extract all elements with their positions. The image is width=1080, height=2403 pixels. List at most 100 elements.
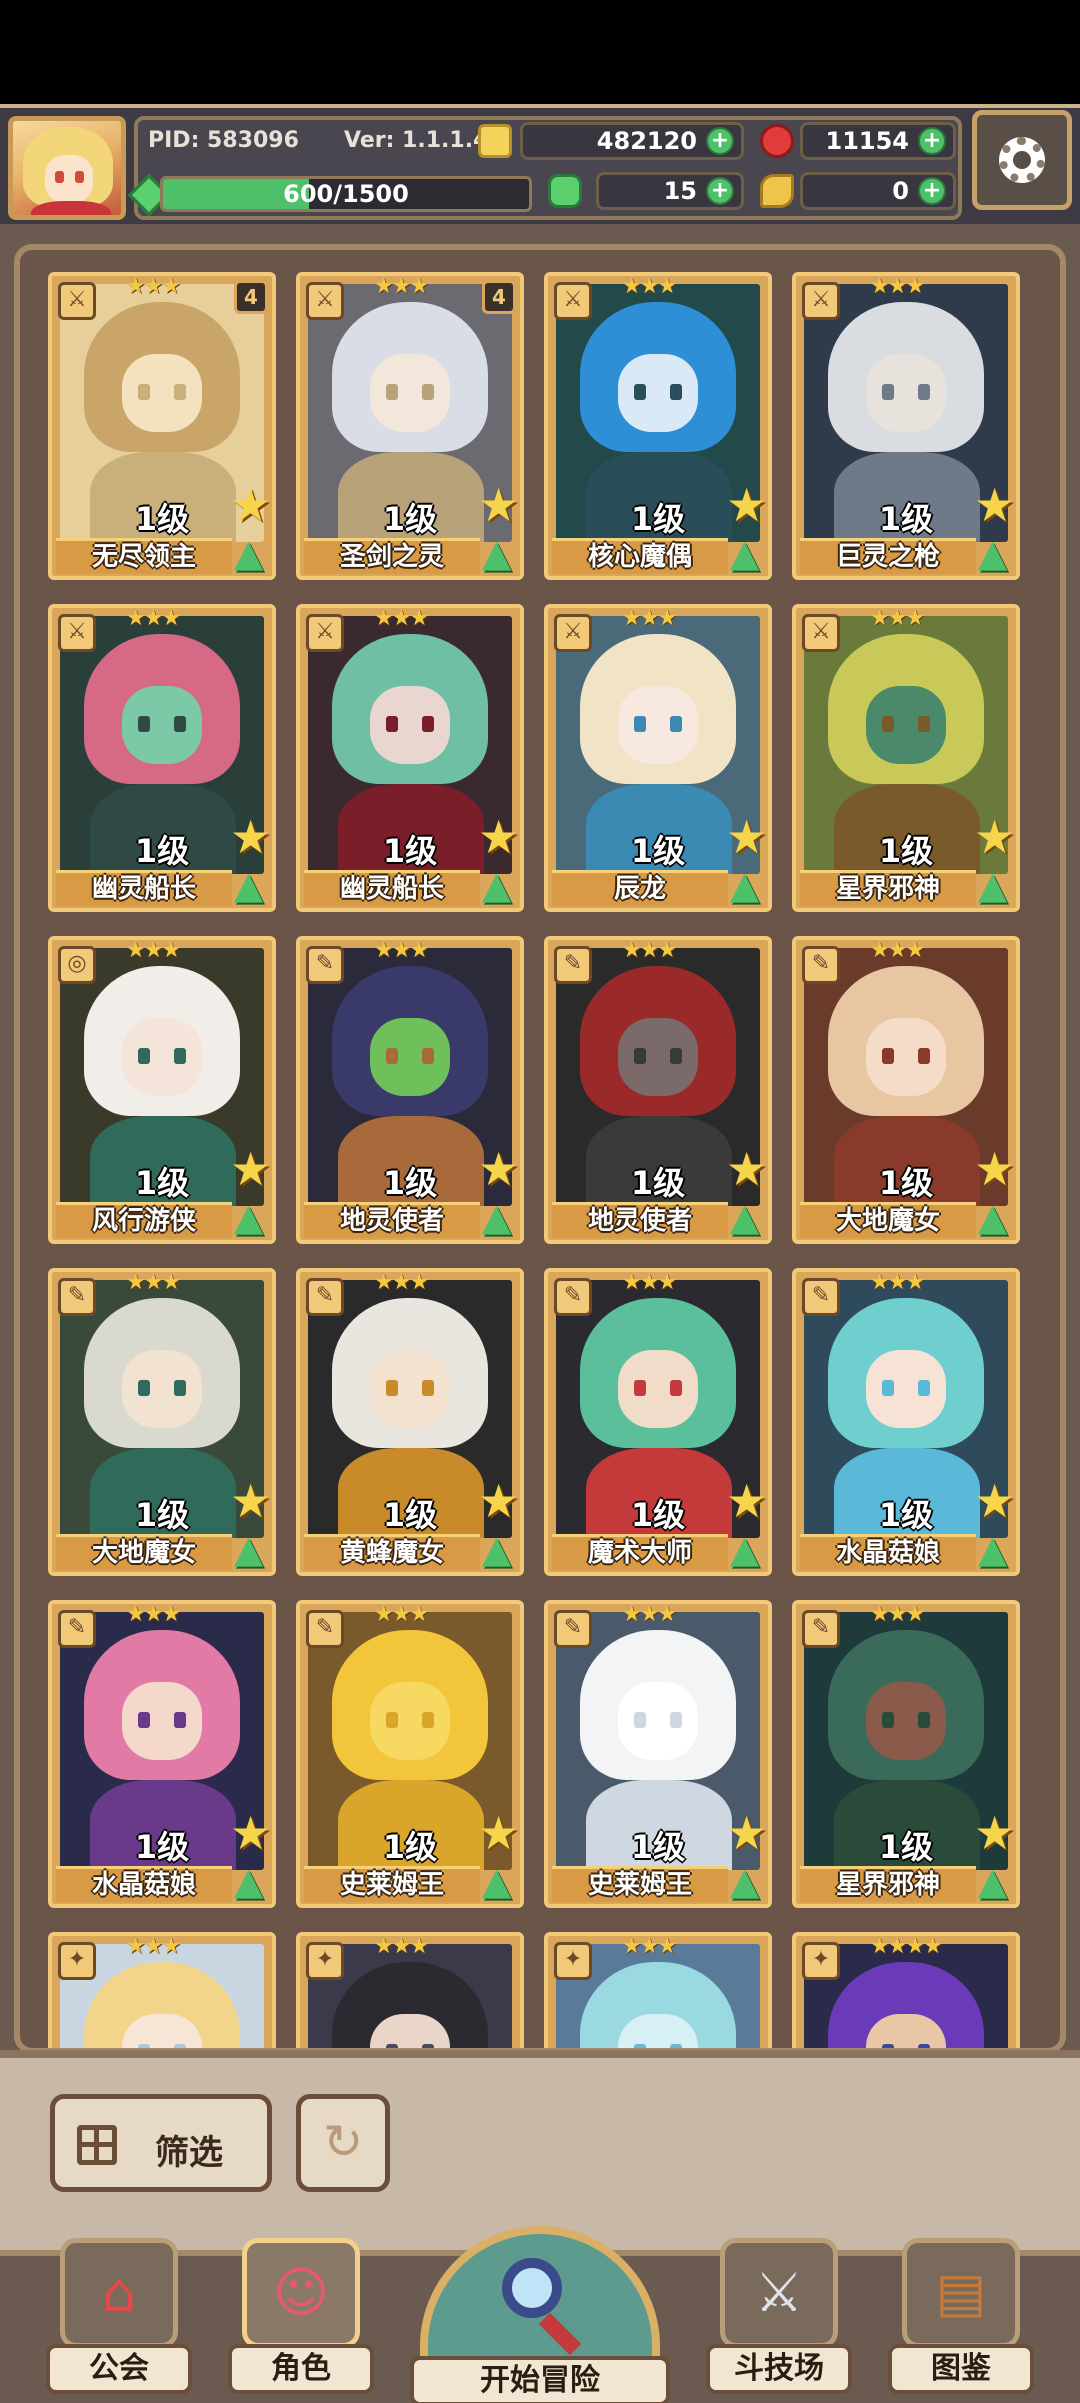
nav-characters[interactable]: ☺ 角色 [228,2238,374,2403]
portrait-eye [174,384,186,400]
star-upgrade-icon[interactable]: ★ [974,814,1020,860]
character-name: 圣剑之灵 [304,538,480,574]
player-avatar[interactable] [8,116,126,220]
level-up-arrow-icon[interactable]: ▲ [978,532,1020,574]
portrait-eye [386,384,398,400]
star-upgrade-icon[interactable]: ★ [230,814,276,860]
star-upgrade-icon[interactable]: ★ [974,1478,1020,1524]
add-gold-button[interactable]: + [706,127,734,155]
portrait-eye [138,1048,150,1064]
character-card[interactable]: ✎ ★★★ 1级 ★ ▲ 水晶菇娘 [792,1268,1020,1576]
star-upgrade-icon[interactable]: ★ [726,814,772,860]
star-upgrade-icon[interactable]: ★ [478,1478,524,1524]
level-up-arrow-icon[interactable]: ▲ [978,1860,1020,1902]
nav-start-adventure[interactable]: 开始冒险 [400,2226,680,2403]
level-up-arrow-icon[interactable]: ▲ [234,864,276,906]
portrait-eye [882,1712,894,1728]
character-card[interactable]: ✦ ★★★★ [792,1932,1020,2048]
star-upgrade-icon[interactable]: ★ [478,1810,524,1856]
nav-arena[interactable]: ⚔ 斗技场 [706,2238,852,2403]
character-card[interactable]: ⚔ ★★★ 1级 ★ ▲ 辰龙 [544,604,772,912]
level-up-arrow-icon[interactable]: ▲ [730,1860,772,1902]
level-up-arrow-icon[interactable]: ▲ [730,1528,772,1570]
character-card[interactable]: ✎ ★★★ 1级 ★ ▲ 史莱姆王 [296,1600,524,1908]
character-card[interactable]: ◎ ★★★ 1级 ★ ▲ 风行游侠 [48,936,276,1244]
level-up-arrow-icon[interactable]: ▲ [234,1528,276,1570]
class-type-icon: ✎ [802,1610,840,1648]
character-card[interactable]: ✦ ★★★ [48,1932,276,2048]
character-card[interactable]: ⚔ ★★★ 1级 ★ ▲ 幽灵船长 [48,604,276,912]
level-up-arrow-icon[interactable]: ▲ [978,1196,1020,1238]
level-up-arrow-icon[interactable]: ▲ [482,864,524,906]
nav-codex[interactable]: ▤ 图鉴 [888,2238,1034,2403]
character-card[interactable]: ⚔ ★★★ 4 1级 ★ ▲ 无尽领主 [48,272,276,580]
star-upgrade-icon[interactable]: ★ [974,1146,1020,1192]
character-name: 星界邪神 [800,1866,976,1902]
level-up-arrow-icon[interactable]: ▲ [730,532,772,574]
star-upgrade-icon[interactable]: ★ [230,1146,276,1192]
star-upgrade-icon[interactable]: ★ [230,482,276,528]
character-name: 核心魔偶 [552,538,728,574]
character-card[interactable]: ✎ ★★★ 1级 ★ ▲ 魔术大师 [544,1268,772,1576]
level-up-arrow-icon[interactable]: ▲ [482,1860,524,1902]
character-card[interactable]: ⚔ ★★★ 1级 ★ ▲ 核心魔偶 [544,272,772,580]
character-card[interactable]: ✎ ★★★ 1级 ★ ▲ 史莱姆王 [544,1600,772,1908]
level-up-arrow-icon[interactable]: ▲ [730,1196,772,1238]
rarity-stars: ★★★ [622,1270,677,1295]
level-up-arrow-icon[interactable]: ▲ [234,1196,276,1238]
level-up-arrow-icon[interactable]: ▲ [482,1528,524,1570]
character-grid[interactable]: ⚔ ★★★ 4 1级 ★ ▲ 无尽领主 ⚔ ★★★ 4 1级 ★ ▲ 圣剑之灵 ⚔ ★★★ 1级 ★ ▲ 核心魔偶 ⚔ ★… [14,244,1066,2054]
character-name: 辰龙 [552,870,728,906]
star-upgrade-icon[interactable]: ★ [726,1810,772,1856]
duplicate-count-badge: 4 [482,280,516,314]
settings-button[interactable] [972,110,1072,210]
level-up-arrow-icon[interactable]: ▲ [234,532,276,574]
character-card[interactable]: ✎ ★★★ 1级 ★ ▲ 大地魔女 [792,936,1020,1244]
level-up-arrow-icon[interactable]: ▲ [730,864,772,906]
star-upgrade-icon[interactable]: ★ [726,482,772,528]
nav-guild[interactable]: ⌂ 公会 [46,2238,192,2403]
refresh-button[interactable]: ↻ [296,2094,390,2192]
character-card[interactable]: ✎ ★★★ 1级 ★ ▲ 黄蜂魔女 [296,1268,524,1576]
character-card[interactable]: ✎ ★★★ 1级 ★ ▲ 地灵使者 [296,936,524,1244]
character-card[interactable]: ✦ ★★★ [544,1932,772,2048]
class-type-icon: ⚔ [802,614,840,652]
class-type-icon: ⚔ [554,282,592,320]
star-upgrade-icon[interactable]: ★ [726,1146,772,1192]
level-up-arrow-icon[interactable]: ▲ [482,1196,524,1238]
character-card[interactable]: ✦ ★★★ [296,1932,524,2048]
portrait-eye [174,1712,186,1728]
character-card[interactable]: ✎ ★★★ 1级 ★ ▲ 地灵使者 [544,936,772,1244]
level-up-arrow-icon[interactable]: ▲ [978,864,1020,906]
class-type-icon: ◎ [58,946,96,984]
star-upgrade-icon[interactable]: ★ [726,1478,772,1524]
star-upgrade-icon[interactable]: ★ [478,482,524,528]
character-name: 魔术大师 [552,1534,728,1570]
character-card[interactable]: ✎ ★★★ 1级 ★ ▲ 大地魔女 [48,1268,276,1576]
character-card[interactable]: ⚔ ★★★ 1级 ★ ▲ 星界邪神 [792,604,1020,912]
star-upgrade-icon[interactable]: ★ [230,1810,276,1856]
character-card[interactable]: ⚔ ★★★ 1级 ★ ▲ 幽灵船长 [296,604,524,912]
add-gems-button[interactable]: + [918,127,946,155]
portrait-eye [882,716,894,732]
star-upgrade-icon[interactable]: ★ [230,1478,276,1524]
portrait-eye [138,716,150,732]
star-upgrade-icon[interactable]: ★ [478,1146,524,1192]
add-key-button[interactable]: + [918,177,946,205]
book-icon: ▤ [902,2238,1020,2348]
character-card[interactable]: ⚔ ★★★ 1级 ★ ▲ 巨灵之枪 [792,272,1020,580]
add-clover-button[interactable]: + [706,177,734,205]
filter-button[interactable]: 筛选 [50,2094,272,2192]
character-card[interactable]: ✎ ★★★ 1级 ★ ▲ 水晶菇娘 [48,1600,276,1908]
level-up-arrow-icon[interactable]: ▲ [482,532,524,574]
star-upgrade-icon[interactable]: ★ [478,814,524,860]
portrait-face [370,1018,450,1096]
character-card[interactable]: ✎ ★★★ 1级 ★ ▲ 星界邪神 [792,1600,1020,1908]
character-card[interactable]: ⚔ ★★★ 4 1级 ★ ▲ 圣剑之灵 [296,272,524,580]
portrait-face [370,1350,450,1428]
level-up-arrow-icon[interactable]: ▲ [978,1528,1020,1570]
star-upgrade-icon[interactable]: ★ [974,1810,1020,1856]
player-id: PID: 583096 [148,128,299,153]
level-up-arrow-icon[interactable]: ▲ [234,1860,276,1902]
star-upgrade-icon[interactable]: ★ [974,482,1020,528]
